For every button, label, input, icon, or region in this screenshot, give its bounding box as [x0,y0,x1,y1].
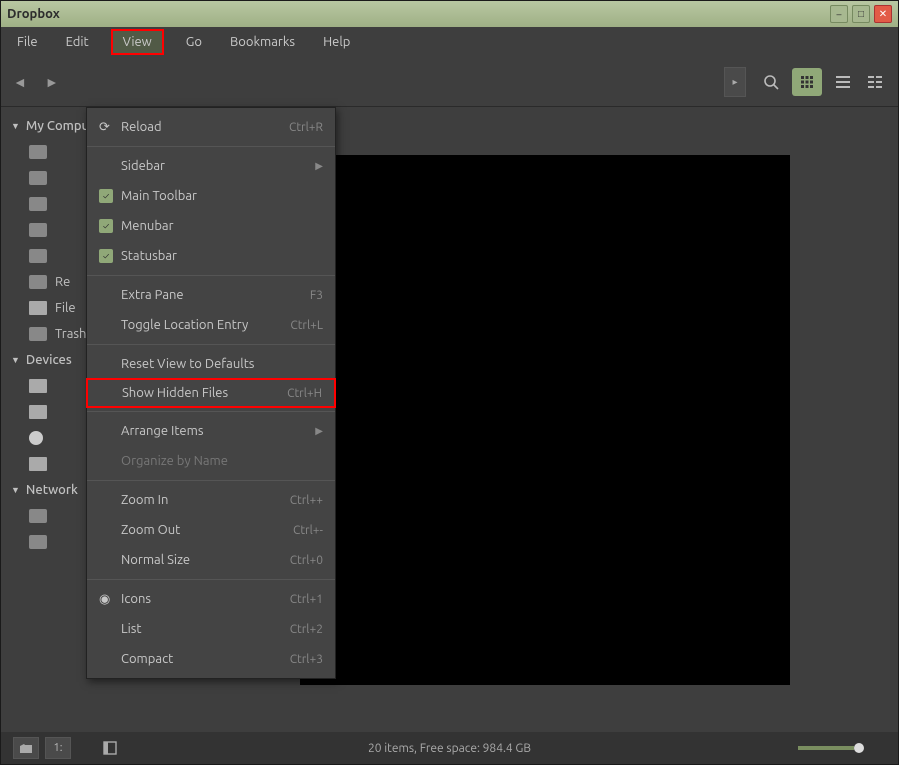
menu-normal-size[interactable]: Normal Size Ctrl+0 [87,545,335,575]
menubar: File Edit View Go Bookmarks Help [1,27,898,57]
menu-separator [87,344,335,345]
menu-toggle-location[interactable]: Toggle Location Entry Ctrl+L [87,310,335,340]
menu-show-hidden-files[interactable]: Show Hidden Files Ctrl+H [86,378,336,408]
menu-menubar[interactable]: ✓ Menubar [87,211,335,241]
maximize-button[interactable]: □ [852,5,870,23]
folder-icon [29,223,47,237]
submenu-arrow-icon: ▶ [315,425,323,437]
menu-zoom-out[interactable]: Zoom Out Ctrl+- [87,515,335,545]
back-button[interactable]: ◄ [13,74,27,90]
toggle-pane-button[interactable] [97,737,123,759]
statusbar: 1: 20 items, Free space: 984.4 GB [1,732,898,764]
status-text: 20 items, Free space: 984.4 GB [368,742,531,755]
drive-icon [29,301,47,315]
menu-edit[interactable]: Edit [60,31,95,53]
compact-view-button[interactable] [864,71,886,93]
search-icon[interactable] [760,71,782,93]
chevron-down-icon: ▼ [11,355,20,365]
radio-selected-icon: ◉ [99,592,113,606]
folder-icon [29,509,47,523]
titlebar[interactable]: Dropbox – □ ✕ [1,1,898,27]
minimize-button[interactable]: – [830,5,848,23]
close-button[interactable]: ✕ [874,5,892,23]
drive-icon [29,379,47,393]
menu-separator [87,411,335,412]
sidebar-section-label: Devices [26,353,72,367]
checkbox-checked-icon: ✓ [99,219,113,233]
folder-icon [29,171,47,185]
menu-reload[interactable]: ⟳ Reload Ctrl+R [87,112,335,142]
list-view-button[interactable] [832,71,854,93]
menu-zoom-in[interactable]: Zoom In Ctrl++ [87,485,335,515]
checkbox-checked-icon: ✓ [99,189,113,203]
chevron-down-icon: ▼ [11,121,20,131]
menu-organize-by-name: Organize by Name [87,446,335,476]
menu-view[interactable]: View [111,29,164,55]
folder-icon [29,197,47,211]
folder-icon [29,275,47,289]
icon-view-button[interactable] [792,68,822,96]
menu-main-toolbar[interactable]: ✓ Main Toolbar [87,181,335,211]
sidebar-section-label: Network [26,483,78,497]
chevron-down-icon: ▼ [11,485,20,495]
drive-icon [29,457,47,471]
zoom-slider[interactable] [798,743,886,753]
menu-arrange-items[interactable]: Arrange Items ▶ [87,416,335,446]
window-title: Dropbox [7,7,60,21]
reload-icon: ⟳ [99,120,113,134]
trash-icon [29,327,47,341]
folder-icon [29,249,47,263]
breadcrumb-segment[interactable]: ▸ [724,67,746,97]
toolbar: ◄ ► ▸ [1,57,898,107]
menu-separator [87,146,335,147]
submenu-arrow-icon: ▶ [315,160,323,172]
menu-go[interactable]: Go [180,31,208,53]
places-button[interactable] [13,737,39,759]
menu-file[interactable]: File [11,31,44,53]
menu-list-view[interactable]: List Ctrl+2 [87,614,335,644]
menu-statusbar[interactable]: ✓ Statusbar [87,241,335,271]
folder-icon [29,535,47,549]
menu-extra-pane[interactable]: Extra Pane F3 [87,280,335,310]
drive-icon [29,405,47,419]
folder-icon [29,145,47,159]
folder-contents [300,155,790,685]
menu-separator [87,579,335,580]
menu-bookmarks[interactable]: Bookmarks [224,31,301,53]
menu-sidebar[interactable]: Sidebar ▶ [87,151,335,181]
disc-icon [29,431,43,445]
forward-button[interactable]: ► [45,74,59,90]
menu-reset-view[interactable]: Reset View to Defaults [87,349,335,379]
menu-icons-view[interactable]: ◉ Icons Ctrl+1 [87,584,335,614]
menu-separator [87,480,335,481]
menu-separator [87,275,335,276]
checkbox-checked-icon: ✓ [99,249,113,263]
tree-button[interactable]: 1: [45,737,71,759]
menu-compact-view[interactable]: Compact Ctrl+3 [87,644,335,674]
menu-help[interactable]: Help [317,31,356,53]
view-menu-dropdown: ⟳ Reload Ctrl+R Sidebar ▶ ✓ Main Toolbar… [86,107,336,679]
